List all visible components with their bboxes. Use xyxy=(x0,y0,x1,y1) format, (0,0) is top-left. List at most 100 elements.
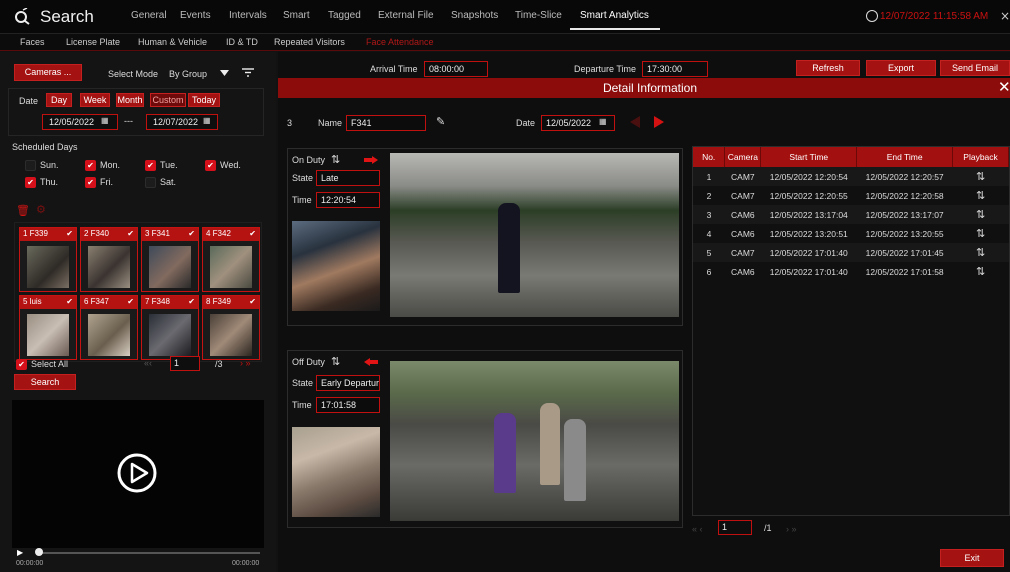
playback-icon[interactable]: ⇅ xyxy=(952,243,1009,262)
prev-page-icon[interactable]: «‹ xyxy=(144,358,152,368)
face-card-label: 3 F341 xyxy=(145,229,170,238)
date-tab-custom[interactable]: Custom xyxy=(150,93,186,107)
trash-icon[interactable]: 🗑 xyxy=(16,204,30,217)
face-thumbnail xyxy=(210,314,252,356)
records-table-panel: No. Camera Start Time End Time Playback … xyxy=(692,146,1010,516)
table-row[interactable]: 5 CAM7 12/05/2022 17:01:40 12/05/2022 17:01… xyxy=(693,243,1009,262)
topnav-tagged[interactable]: Tagged xyxy=(328,10,361,21)
face-thumbnail xyxy=(27,246,69,288)
close-icon[interactable]: × xyxy=(1000,9,1010,23)
send-email-button[interactable]: Send Email xyxy=(940,60,1010,76)
topnav-events[interactable]: Events xyxy=(180,10,211,21)
refresh-button[interactable]: Refresh xyxy=(796,60,860,76)
date-tab-day[interactable]: Day xyxy=(46,93,72,107)
export-button[interactable]: Export xyxy=(866,60,936,76)
date-tab-today[interactable]: Today xyxy=(188,93,220,107)
table-page-input[interactable]: 1 xyxy=(718,520,752,535)
page-input[interactable]: 1 xyxy=(170,356,200,371)
face-card[interactable]: 7 F348 ✔ xyxy=(141,295,199,360)
playback-icon[interactable]: ⇅ xyxy=(953,262,1009,281)
play-icon[interactable] xyxy=(116,452,158,494)
fri-checkbox[interactable]: ✔ xyxy=(85,177,96,188)
table-row[interactable]: 2 CAM7 12/05/2022 12:20:55 12/05/2022 12:20… xyxy=(693,186,1009,205)
face-card[interactable]: 5 luis ✔ xyxy=(19,295,77,360)
name-input[interactable]: F341 xyxy=(346,115,426,131)
face-card-label: 2 F340 xyxy=(84,229,109,238)
close-icon[interactable]: ✕ xyxy=(998,78,1010,96)
table-row[interactable]: 3 CAM6 12/05/2022 13:17:04 12/05/2022 13:17… xyxy=(693,205,1009,224)
subtab-face-attendance[interactable]: Face Attendance xyxy=(366,37,434,47)
table-row[interactable]: 6 CAM6 12/05/2022 17:01:40 12/05/2022 17:01… xyxy=(693,262,1009,281)
exit-button[interactable]: Exit xyxy=(940,549,1004,567)
page-total: /3 xyxy=(215,359,223,369)
playback-icon[interactable]: ⇅ xyxy=(953,224,1009,243)
face-card[interactable]: 8 F349 ✔ xyxy=(202,295,260,360)
sun-checkbox[interactable] xyxy=(25,160,36,171)
face-card[interactable]: 2 F340 ✔ xyxy=(80,227,138,292)
table-row[interactable]: 1 CAM7 12/05/2022 12:20:54 12/05/2022 12:20… xyxy=(693,167,1009,186)
date-tab-month[interactable]: Month xyxy=(116,93,144,107)
departure-time-input[interactable]: 17:30:00 xyxy=(642,61,708,77)
play-small-icon[interactable]: ▶ xyxy=(17,548,23,557)
scheduled-days-label: Scheduled Days xyxy=(12,142,78,152)
search-button[interactable]: Search xyxy=(14,374,76,390)
cameras-button[interactable]: Cameras ... xyxy=(14,64,82,81)
playback-icon[interactable]: ⇅ xyxy=(331,355,340,368)
dropdown-arrow-icon[interactable] xyxy=(220,70,229,77)
video-preview[interactable] xyxy=(12,400,264,548)
topnav-intervals[interactable]: Intervals xyxy=(229,10,267,21)
gear-icon[interactable]: ⚙ xyxy=(36,203,46,216)
table-next-page-icon[interactable]: › » xyxy=(786,524,797,534)
subtab-license-plate[interactable]: License Plate xyxy=(66,37,120,47)
off-duty-time-value: 17:01:58 xyxy=(321,400,357,410)
select-mode-dropdown[interactable]: By Group xyxy=(169,69,207,79)
playback-icon[interactable]: ⇅ xyxy=(953,186,1009,205)
next-date-icon[interactable] xyxy=(654,116,664,128)
playback-icon[interactable]: ⇅ xyxy=(952,167,1009,186)
topnav-smart[interactable]: Smart xyxy=(283,10,310,21)
topnav-external-file[interactable]: External File xyxy=(378,10,434,21)
table-prev-page-icon[interactable]: « ‹ xyxy=(692,524,703,534)
cell-camera: CAM6 xyxy=(724,205,761,224)
face-thumbnail xyxy=(210,246,252,288)
face-card[interactable]: 4 F342 ✔ xyxy=(202,227,260,292)
subtab-human-vehicle[interactable]: Human & Vehicle xyxy=(138,37,207,47)
topnav-time-slice[interactable]: Time-Slice xyxy=(515,10,562,21)
playback-icon[interactable]: ⇅ xyxy=(331,153,340,166)
edit-icon[interactable]: ✎ xyxy=(436,115,445,128)
face-card[interactable]: 3 F341 ✔ xyxy=(141,227,199,292)
filter-icon[interactable] xyxy=(242,67,254,78)
left-panel: Cameras ... Select Mode By Group Date Da… xyxy=(0,52,276,572)
sat-checkbox[interactable] xyxy=(145,177,156,188)
wed-checkbox[interactable]: ✔ xyxy=(205,160,216,171)
select-all-checkbox[interactable]: ✔ xyxy=(16,359,27,370)
progress-track[interactable] xyxy=(36,552,260,554)
subtab-faces[interactable]: Faces xyxy=(20,37,45,47)
arrival-time-input[interactable]: 08:00:00 xyxy=(424,61,488,77)
cell-no: 1 xyxy=(693,167,725,186)
table-row[interactable]: 4 CAM6 12/05/2022 13:20:51 12/05/2022 13:20… xyxy=(693,224,1009,243)
calendar-icon[interactable]: ▦ xyxy=(203,116,211,125)
subtab-id-td[interactable]: ID & TD xyxy=(226,37,258,47)
mon-checkbox[interactable]: ✔ xyxy=(85,160,96,171)
topnav-smart-analytics[interactable]: Smart Analytics xyxy=(580,10,649,21)
topnav-snapshots[interactable]: Snapshots xyxy=(451,10,498,21)
on-duty-label: On Duty xyxy=(292,155,326,165)
off-duty-panel: Off Duty ⇅ State Early Departure Time 17… xyxy=(287,350,683,528)
calendar-icon[interactable]: ▦ xyxy=(599,117,607,126)
thu-checkbox[interactable]: ✔ xyxy=(25,177,36,188)
face-card[interactable]: 6 F347 ✔ xyxy=(80,295,138,360)
topnav-general[interactable]: General xyxy=(131,10,167,21)
check-icon: ✔ xyxy=(249,229,256,238)
prev-date-icon[interactable] xyxy=(630,116,640,128)
app-logo: Search xyxy=(14,6,94,28)
playback-icon[interactable]: ⇅ xyxy=(952,205,1009,224)
subtab-repeated-visitors[interactable]: Repeated Visitors xyxy=(274,37,345,47)
cell-camera: CAM6 xyxy=(731,266,755,277)
calendar-icon[interactable]: ▦ xyxy=(101,116,109,125)
face-card[interactable]: 1 F339 ✔ xyxy=(19,227,77,292)
progress-handle[interactable] xyxy=(35,548,43,556)
date-tab-week[interactable]: Week xyxy=(80,93,110,107)
tue-checkbox[interactable]: ✔ xyxy=(145,160,156,171)
next-page-icon[interactable]: › » xyxy=(240,358,251,368)
